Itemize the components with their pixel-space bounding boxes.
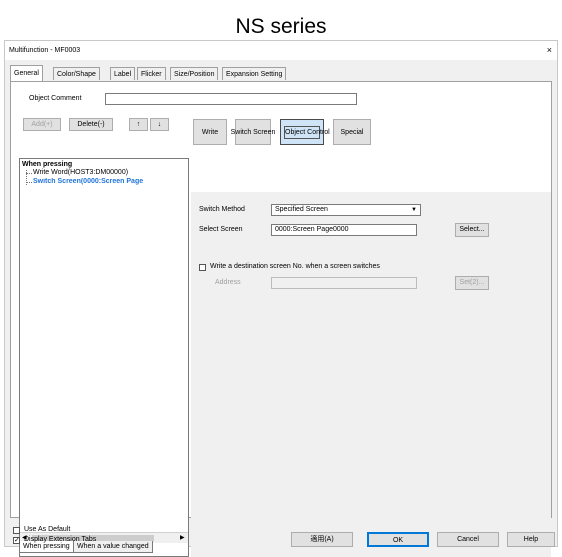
write-destination-label: Write a destination screen No. when a sc… <box>210 263 380 270</box>
display-extension-tabs-label: Display Extension Tabs <box>24 536 97 543</box>
scroll-right-icon[interactable]: ▶ <box>180 534 185 541</box>
switch-screen-settings: Switch Method Specified Screen ▼ Select … <box>191 192 551 557</box>
switch-method-label: Switch Method <box>199 206 245 213</box>
tab-expansion-setting[interactable]: Expansion Setting <box>222 67 287 80</box>
tree-connector <box>26 182 32 184</box>
move-up-button[interactable]: ↑ <box>129 118 148 131</box>
switch-method-select[interactable]: Specified Screen ▼ <box>271 204 421 216</box>
cancel-button[interactable]: Cancel <box>437 532 499 547</box>
tab-flicker[interactable]: Flicker <box>137 67 166 80</box>
write-button[interactable]: Write <box>193 119 227 145</box>
display-extension-tabs-checkbox[interactable]: ✓ <box>13 537 20 544</box>
multifunction-dialog: Multifunction - MF0003 × General Color/S… <box>4 40 558 557</box>
tab-general[interactable]: General <box>10 65 43 81</box>
object-control-label: Object Control <box>284 125 330 139</box>
add-button[interactable]: Add(+) <box>23 118 61 131</box>
tree-item-switch-screen[interactable]: Switch Screen(0000:Screen Page <box>33 178 188 185</box>
checkmark-icon: ✓ <box>14 537 20 544</box>
apply-button[interactable]: 適用(A) <box>291 532 353 547</box>
select-screen-button[interactable]: Select... <box>455 223 489 237</box>
help-button[interactable]: Help <box>507 532 555 547</box>
object-comment-input[interactable] <box>105 93 357 105</box>
tab-color-shape[interactable]: Color/Shape <box>53 67 100 80</box>
special-button[interactable]: Special <box>333 119 371 145</box>
use-as-default-label: Use As Default <box>24 526 71 533</box>
tree-item-write-word[interactable]: Write Word(HOST3:DM00000) <box>33 169 128 176</box>
tree-connector <box>26 173 32 175</box>
switch-method-value: Specified Screen <box>275 206 328 213</box>
action-tree: When pressing Write Word(HOST3:DM00000) … <box>19 158 189 557</box>
select-screen-label: Select Screen <box>199 226 243 233</box>
address-label: Address <box>215 279 241 286</box>
arrow-up-icon: ↑ <box>136 121 141 128</box>
tree-root-when-pressing[interactable]: When pressing <box>22 161 72 168</box>
delete-button[interactable]: Delete(-) <box>69 118 113 131</box>
chevron-down-icon: ▼ <box>411 207 417 213</box>
move-down-button[interactable]: ↓ <box>150 118 169 131</box>
title-bar: Multifunction - MF0003 × <box>5 41 557 60</box>
address-input[interactable] <box>271 277 417 289</box>
write-destination-checkbox[interactable] <box>199 264 206 271</box>
object-comment-label: Object Comment <box>29 95 82 102</box>
tab-size-position[interactable]: Size/Position <box>170 67 219 80</box>
arrow-down-icon: ↓ <box>157 121 162 128</box>
close-icon[interactable]: × <box>547 41 552 60</box>
set-address-button[interactable]: Set(2)... <box>455 276 489 290</box>
select-screen-field: 0000:Screen Page0000 <box>271 224 417 236</box>
tab-label[interactable]: Label <box>110 67 136 80</box>
ok-button[interactable]: OK <box>367 532 429 547</box>
object-control-button[interactable]: Object Control <box>280 119 330 145</box>
use-as-default-checkbox[interactable] <box>13 527 20 534</box>
switch-screen-button[interactable]: Switch Screen <box>231 119 275 145</box>
window-title: Multifunction - MF0003 <box>9 47 81 54</box>
page-heading: NS series <box>235 15 327 38</box>
